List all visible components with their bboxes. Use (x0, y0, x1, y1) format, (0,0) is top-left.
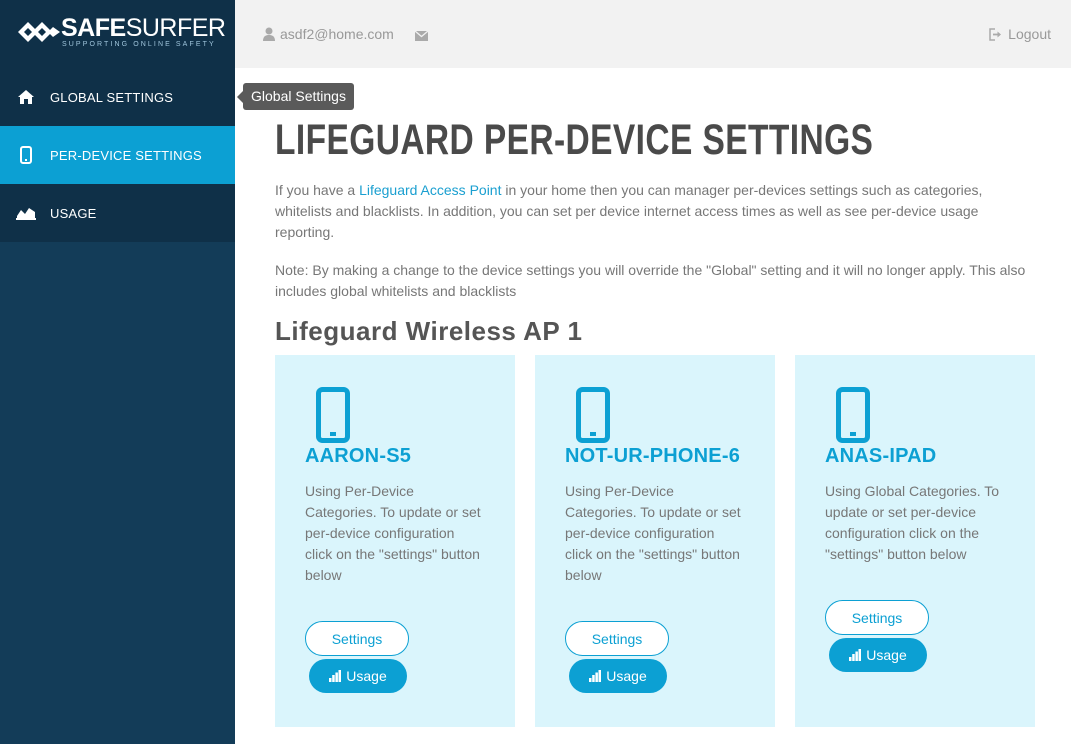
sidebar-item-label: PER-DEVICE SETTINGS (50, 147, 202, 163)
settings-button[interactable]: Settings (825, 600, 929, 635)
logo-mark-icon (18, 22, 60, 42)
usage-label: Usage (346, 668, 387, 684)
user-account[interactable]: asdf2@home.com (263, 26, 394, 42)
phone-icon (576, 387, 610, 443)
page-title: LIFEGUARD PER-DEVICE SETTINGS (275, 116, 874, 164)
sidebar-item-per-device-settings[interactable]: PER-DEVICE SETTINGS (0, 126, 235, 184)
device-cards: AARON-S5 Using Per-Device Categories. To… (275, 355, 1035, 727)
usage-button[interactable]: Usage (569, 659, 667, 693)
mobile-icon (16, 145, 36, 165)
logout-icon (989, 27, 1003, 41)
access-point-title: Lifeguard Wireless AP 1 (275, 316, 583, 346)
signal-bars-icon (849, 649, 862, 661)
device-name: NOT-UR-PHONE-6 (565, 445, 741, 467)
logo[interactable]: SAFESURFER SUPPORTING ONLINE SAFETY (0, 0, 235, 68)
tablet-icon (836, 387, 870, 443)
user-icon (263, 27, 275, 41)
sidebar: SAFESURFER SUPPORTING ONLINE SAFETY GLOB… (0, 0, 235, 744)
device-name: ANAS-IPAD (825, 445, 937, 467)
user-email: asdf2@home.com (280, 26, 394, 42)
device-description: Using Per-Device Categories. To update o… (565, 483, 741, 583)
settings-button[interactable]: Settings (565, 621, 669, 656)
usage-button[interactable]: Usage (309, 659, 407, 693)
settings-button[interactable]: Settings (305, 621, 409, 656)
tooltip: Global Settings (237, 83, 354, 110)
device-card: NOT-UR-PHONE-6 Using Per-Device Categori… (535, 355, 775, 727)
header: asdf2@home.com Logout (235, 0, 1071, 68)
device-description: Using Per-Device Categories. To update o… (305, 483, 481, 583)
sidebar-item-label: USAGE (50, 205, 97, 221)
note-text: Note: By making a change to the device s… (275, 262, 1026, 299)
usage-label: Usage (866, 647, 907, 663)
usage-button[interactable]: Usage (829, 638, 927, 672)
logout-label: Logout (1008, 26, 1051, 42)
signal-bars-icon (329, 670, 342, 682)
logo-wordmark: SAFESURFER (61, 14, 226, 42)
usage-label: Usage (606, 668, 647, 684)
phone-icon (316, 387, 350, 443)
sidebar-item-usage[interactable]: USAGE (0, 184, 235, 242)
device-card: ANAS-IPAD Using Global Categories. To up… (795, 355, 1035, 727)
logout-link[interactable]: Logout (989, 26, 1051, 42)
device-card: AARON-S5 Using Per-Device Categories. To… (275, 355, 515, 727)
intro-text: If you have a Lifeguard Access Point in … (275, 182, 983, 240)
logo-tagline: SUPPORTING ONLINE SAFETY (62, 41, 216, 48)
sidebar-item-label: GLOBAL SETTINGS (50, 89, 174, 105)
sidebar-item-global-settings[interactable]: GLOBAL SETTINGS (0, 68, 235, 126)
area-chart-icon (16, 203, 36, 223)
device-description: Using Global Categories. To update or se… (825, 483, 1000, 562)
lifeguard-access-point-link[interactable]: Lifeguard Access Point (359, 182, 501, 198)
signal-bars-icon (589, 670, 602, 682)
envelope-icon[interactable] (414, 28, 429, 46)
home-icon (16, 87, 36, 107)
device-name: AARON-S5 (305, 445, 412, 467)
